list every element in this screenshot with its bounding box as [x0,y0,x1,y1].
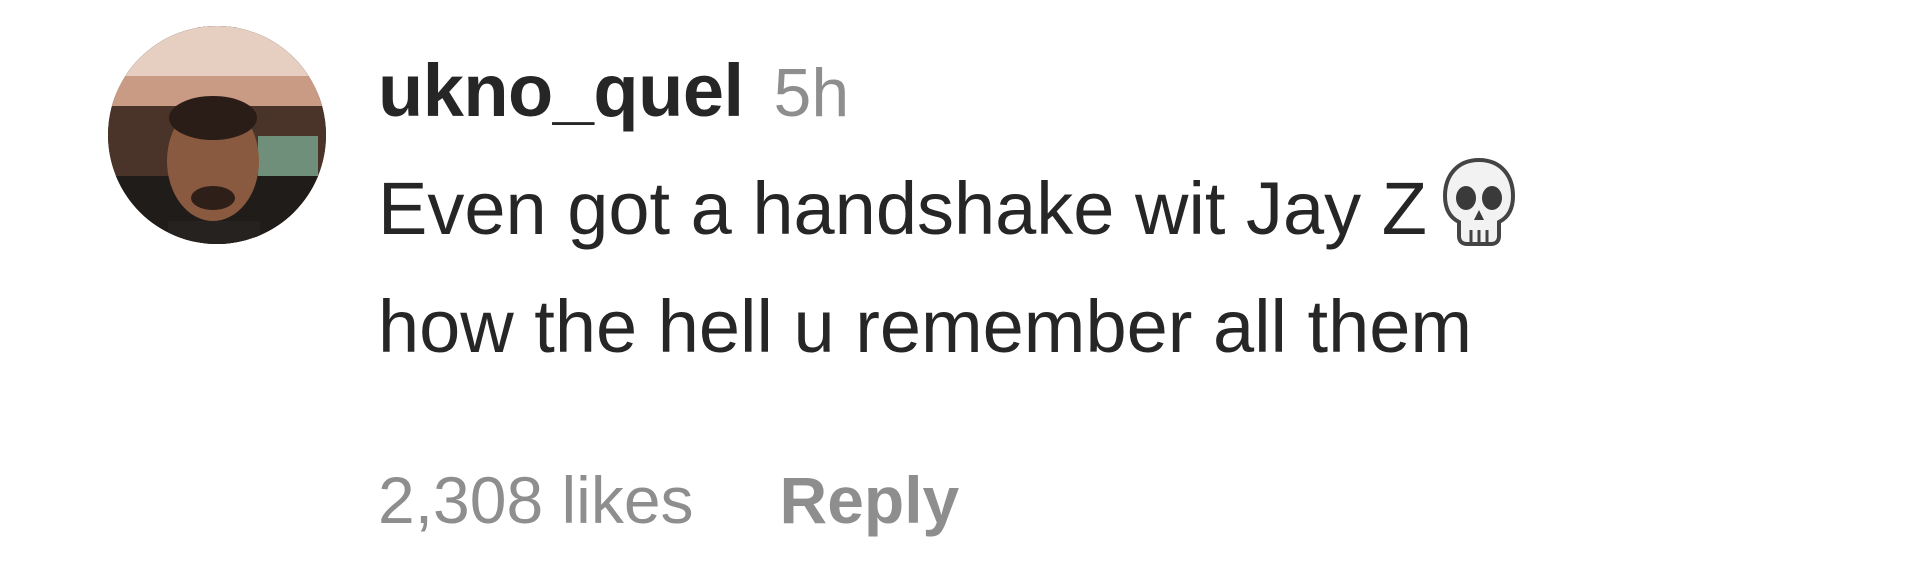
comment-text-line-2: how the hell u remember all them [378,285,1473,368]
reply-button[interactable]: Reply [780,462,960,538]
likes-count[interactable]: 2,308 likes [378,462,694,538]
timestamp[interactable]: 5h [774,54,850,132]
comment-actions: 2,308 likes Reply [378,462,959,538]
comment: ukno_quel 5h Even got a handshake wit Ja… [0,0,1920,588]
comment-text-line-1: Even got a handshake wit Jay Z [378,150,1858,268]
avatar-image [108,26,326,244]
comment-body: ukno_quel 5h Even got a handshake wit Ja… [378,48,1858,386]
avatar[interactable] [108,26,326,244]
comment-text-part-1: Even got a handshake wit Jay Z [378,167,1427,250]
comment-header: ukno_quel 5h [378,48,1858,144]
skull-emoji-icon [1441,156,1517,248]
comment-text: Even got a handshake wit Jay Z how the h… [378,150,1858,386]
username-link[interactable]: ukno_quel [378,48,744,133]
